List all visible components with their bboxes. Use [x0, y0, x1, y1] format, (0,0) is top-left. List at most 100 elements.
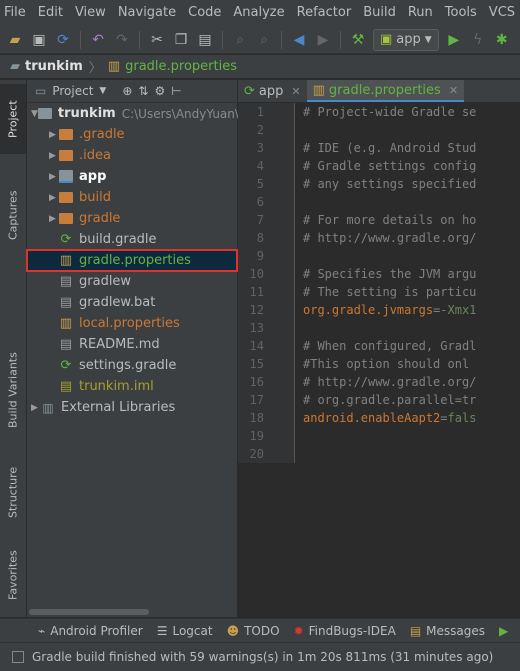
horizontal-scrollbar[interactable]	[29, 609, 149, 615]
tree-item-label: local.properties	[79, 316, 180, 331]
tree-item-app[interactable]: ▶ app	[27, 166, 237, 187]
line-number: 3	[256, 141, 264, 155]
code-area[interactable]: 1 2 3 4 5 6 7 8 9 10 11 12 13 14 15 16 17 18 19 20 # Projec…	[238, 103, 520, 463]
tab-app[interactable]: ⟳ app ✕	[238, 80, 307, 102]
breadcrumb-project-label: trunkim	[25, 59, 83, 74]
undo-icon[interactable]: ↶	[89, 31, 107, 49]
forward-icon[interactable]: ▶	[314, 31, 332, 49]
build-hammer-icon[interactable]: ⚒	[349, 31, 367, 49]
collapse-all-icon[interactable]: ⇅	[138, 84, 148, 98]
expand-arrow-icon[interactable]: ▶	[49, 214, 59, 224]
expand-arrow-icon[interactable]: ▶	[49, 172, 59, 182]
menu-edit[interactable]: Edit	[32, 0, 69, 26]
sync-icon[interactable]: ⟳	[54, 31, 72, 49]
apply-changes-icon[interactable]: ϟ	[469, 31, 487, 49]
tree-item-trunkim-iml[interactable]: ▤ trunkim.iml	[27, 376, 237, 397]
breadcrumb-project[interactable]: ▰ trunkim	[10, 59, 83, 74]
menu-analyze[interactable]: Analyze	[227, 0, 290, 26]
tree-external-libraries[interactable]: ▶ ▥ External Libraries	[27, 397, 237, 418]
menu-tools[interactable]: Tools	[439, 0, 483, 26]
messages-icon: ▤	[409, 623, 422, 638]
run-config-dropdown[interactable]: ▣ app ▼	[373, 28, 439, 51]
sync-target-icon[interactable]: ⊕	[122, 84, 132, 98]
tool-tab-favorites[interactable]: Favorites	[0, 540, 26, 610]
close-icon[interactable]: ✕	[291, 85, 300, 98]
tree-item-gradle-properties[interactable]: ▥ gradle.properties	[26, 249, 238, 272]
tree-item-settings-gradle[interactable]: ⟳ settings.gradle	[27, 355, 237, 376]
expand-arrow-icon[interactable]: ▼	[31, 109, 38, 119]
menu-refactor[interactable]: Refactor	[291, 0, 358, 26]
close-icon[interactable]: ✕	[449, 84, 458, 97]
tab-logcat[interactable]: ☰ Logcat	[157, 624, 213, 638]
tree-item-label: settings.gradle	[79, 358, 177, 373]
menu-navigate[interactable]: Navigate	[112, 0, 182, 26]
expand-arrow-icon[interactable]: ▶	[49, 151, 59, 161]
back-icon[interactable]: ◀	[290, 31, 308, 49]
tool-tab-project-label: Project	[6, 100, 20, 138]
save-icon[interactable]: ▣	[30, 31, 48, 49]
run-icon[interactable]: ▶	[445, 31, 463, 49]
tree-item-readme-md[interactable]: ▤ README.md	[27, 334, 237, 355]
tab-messages-label: Messages	[426, 623, 486, 638]
copy-icon[interactable]: ❐	[172, 31, 190, 49]
hide-panel-icon[interactable]: ⊢	[171, 84, 181, 98]
menu-file[interactable]: File	[0, 0, 32, 26]
tree-item-label: gradle.properties	[79, 253, 191, 268]
menu-run[interactable]: Run	[402, 0, 439, 26]
tool-tab-structure[interactable]: Structure	[0, 455, 26, 530]
tool-tab-captures[interactable]: Captures	[0, 170, 26, 260]
run-icon: ▶	[499, 623, 509, 638]
tab-gradle-properties[interactable]: ▥ gradle.properties ✕	[306, 80, 465, 102]
expand-arrow-icon[interactable]: ▶	[49, 193, 59, 203]
tab-run[interactable]: ▶	[499, 624, 508, 638]
menu-vcs[interactable]: VCS	[483, 0, 520, 26]
tool-tab-project[interactable]: Project	[0, 84, 26, 154]
cut-icon[interactable]: ✂	[148, 31, 166, 49]
chevron-down-icon[interactable]: ▼	[99, 86, 106, 96]
tab-android-profiler[interactable]: ⌁ Android Profiler	[38, 624, 143, 638]
android-module-icon: ▣	[380, 32, 393, 47]
tree-root-trunkim[interactable]: ▼ trunkim C:\Users\AndyYuan\	[27, 103, 239, 124]
tool-tab-build-variants[interactable]: Build Variants	[0, 340, 26, 440]
folder-icon	[59, 149, 73, 163]
menu-view[interactable]: View	[69, 0, 112, 26]
tree-item-local-properties[interactable]: ▥ local.properties	[27, 313, 237, 334]
line-number: 16	[249, 375, 264, 389]
tab-messages[interactable]: ▤ Messages	[410, 624, 485, 638]
breadcrumb-file[interactable]: ▥ gradle.properties	[108, 59, 237, 74]
expand-arrow-icon[interactable]: ▶	[49, 130, 59, 140]
tree-item-label: README.md	[79, 337, 160, 352]
redo-icon[interactable]: ↷	[113, 31, 131, 49]
menu-code[interactable]: Code	[182, 0, 227, 26]
tab-todo[interactable]: ☻ TODO	[227, 624, 280, 638]
menu-build[interactable]: Build	[357, 0, 402, 26]
code-line: # When configured, Gradl	[303, 339, 477, 353]
tree-item-gradle[interactable]: ▶ .gradle	[27, 124, 237, 145]
tree-item-build[interactable]: ▶ build	[27, 187, 237, 208]
tree-item-idea[interactable]: ▶ .idea	[27, 145, 237, 166]
find-icon[interactable]: ⌕	[231, 31, 249, 49]
debug-icon[interactable]: ✱	[493, 31, 511, 49]
project-view-dropdown[interactable]: Project	[52, 84, 93, 98]
paste-icon[interactable]: ▤	[196, 31, 214, 49]
open-folder-icon[interactable]: ▰	[6, 31, 24, 49]
tree-item-gradlew[interactable]: ▤ gradlew	[27, 271, 237, 292]
replace-icon[interactable]: ⌕	[255, 31, 273, 49]
tree-item-gradle[interactable]: ▶ gradle	[27, 208, 237, 229]
tree-item-gradlew-bat[interactable]: ▤ gradlew.bat	[27, 292, 237, 313]
code-lines[interactable]: # Project-wide Gradle se # IDE (e.g. Andr…	[295, 103, 476, 463]
line-number: 6	[256, 195, 264, 209]
toolbar-separator	[139, 30, 140, 49]
tree-item-label: .idea	[79, 148, 111, 163]
logcat-icon: ☰	[156, 623, 168, 638]
toggle-tool-windows-icon[interactable]	[12, 651, 24, 663]
tab-findbugs[interactable]: ✹ FindBugs-IDEA	[294, 624, 396, 638]
gear-icon[interactable]: ⚙	[154, 84, 165, 98]
tree-item-label: External Libraries	[61, 400, 176, 415]
line-number: 7	[256, 213, 264, 227]
tree-item-build-gradle[interactable]: ⟳ build.gradle	[27, 229, 237, 250]
tab-android-profiler-label: Android Profiler	[50, 623, 143, 638]
expand-arrow-icon[interactable]: ▶	[31, 403, 41, 413]
